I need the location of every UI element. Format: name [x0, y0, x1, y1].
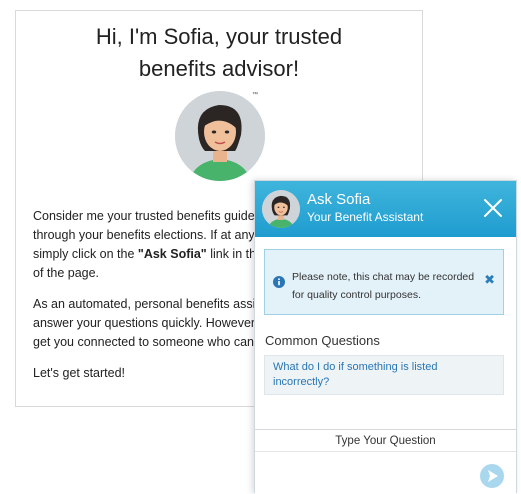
trademark-mark: ™ [252, 92, 258, 98]
info-icon [273, 276, 285, 288]
common-question-item[interactable]: What do I do if something is listed inco… [264, 355, 504, 395]
chat-avatar [262, 190, 300, 228]
intro-p1-line2: through your benefits elections. If at a… [33, 228, 255, 242]
chat-title: Ask Sofia [307, 191, 371, 208]
type-question-label: Type Your Question [335, 435, 436, 447]
intro-p2-line3: get you connected to someone who can [33, 335, 254, 349]
intro-title: Hi, I'm Sofia, your trusted benefits adv… [95, 24, 343, 81]
intro-p1-line1: Consider me your trusted benefits guide [33, 209, 255, 223]
intro-p1-line4: of the page. [33, 266, 100, 280]
intro-p2-line2: answer your questions quickly. However [33, 316, 256, 330]
chat-widget: Ask Sofia Your Benefit Assistant Please … [254, 180, 517, 494]
intro-p1-line3: simply click on the [33, 247, 138, 261]
ask-sofia-link-text[interactable]: "Ask Sofia" [138, 247, 207, 261]
send-button[interactable] [480, 464, 504, 488]
send-icon [480, 464, 504, 488]
chat-subtitle: Your Benefit Assistant [307, 210, 424, 224]
close-icon [484, 199, 502, 217]
chat-header: Ask Sofia Your Benefit Assistant [255, 181, 516, 237]
question-input[interactable] [255, 451, 516, 494]
intro-p2-line1: As an automated, personal benefits assi [33, 297, 256, 311]
chat-body: Please note, this chat may be recorded f… [255, 237, 516, 427]
dismiss-notice-button[interactable]: ✖ [484, 272, 495, 288]
notice-text: Please note, this chat may be recorded f… [292, 271, 475, 301]
recording-notice: Please note, this chat may be recorded f… [264, 249, 504, 315]
common-questions-heading: Common Questions [265, 333, 380, 348]
chat-divider [255, 429, 516, 430]
sofia-avatar [175, 91, 265, 181]
close-chat-button[interactable] [480, 195, 506, 221]
